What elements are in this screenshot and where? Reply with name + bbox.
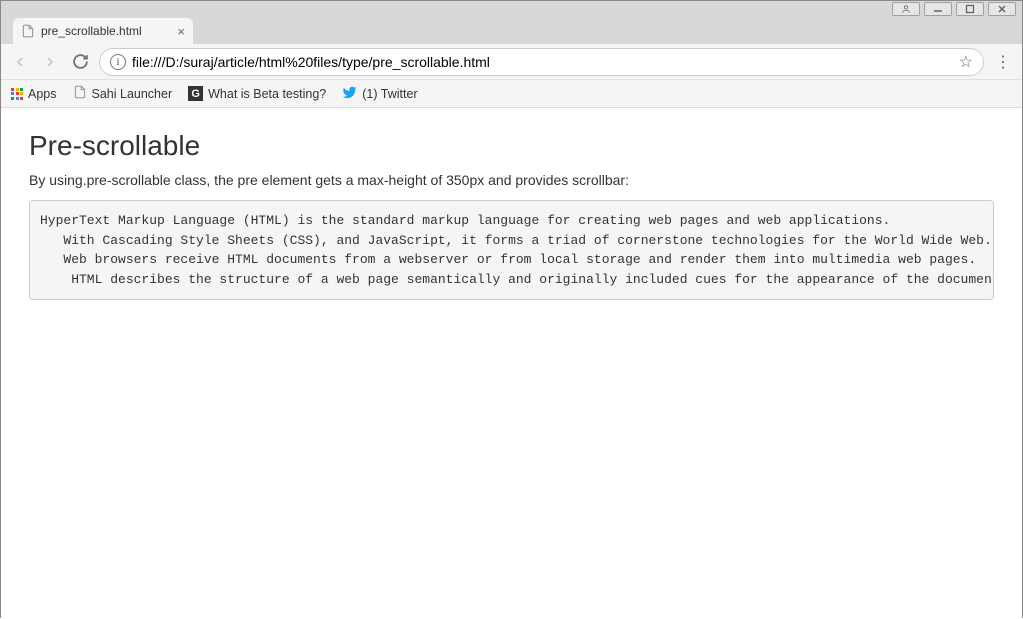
tab-strip: pre_scrollable.html × [1,16,1022,44]
beta-bookmark[interactable]: G What is Beta testing? [188,86,326,101]
sahi-label: Sahi Launcher [92,87,173,101]
apps-bookmark[interactable]: Apps [11,87,57,101]
bookmark-star-icon[interactable]: ☆ [959,52,973,72]
back-button[interactable] [9,51,31,73]
sahi-bookmark[interactable]: Sahi Launcher [73,85,173,102]
twitter-icon [342,85,357,103]
site-info-icon[interactable]: i [110,54,126,70]
maximize-button[interactable] [956,2,984,16]
twitter-bookmark[interactable]: (1) Twitter [342,85,417,103]
close-tab-icon[interactable]: × [177,24,185,39]
page-icon [21,24,35,38]
window-titlebar [1,1,1022,16]
reload-button[interactable] [69,51,91,73]
minimize-button[interactable] [924,2,952,16]
browser-menu-button[interactable]: ⋮ [992,51,1014,73]
bookmarks-bar: Apps Sahi Launcher G What is Beta testin… [1,80,1022,108]
close-window-button[interactable] [988,2,1016,16]
apps-label: Apps [28,87,57,101]
url-input[interactable] [132,54,953,70]
tab-title: pre_scrollable.html [41,24,142,38]
apps-grid-icon [11,88,23,100]
user-button[interactable] [892,2,920,16]
address-bar[interactable]: i ☆ [99,48,984,76]
forward-button[interactable] [39,51,61,73]
page-heading: Pre-scrollable [29,130,994,162]
browser-toolbar: i ☆ ⋮ [1,44,1022,80]
beta-label: What is Beta testing? [208,87,326,101]
document-icon [73,85,87,102]
pre-scrollable-block[interactable]: HyperText Markup Language (HTML) is the … [29,200,994,300]
twitter-label: (1) Twitter [362,87,417,101]
g-favicon-icon: G [188,86,203,101]
page-viewport: Pre-scrollable By using.pre-scrollable c… [1,108,1022,619]
page-description: By using.pre-scrollable class, the pre e… [29,172,994,188]
browser-tab[interactable]: pre_scrollable.html × [13,18,193,44]
